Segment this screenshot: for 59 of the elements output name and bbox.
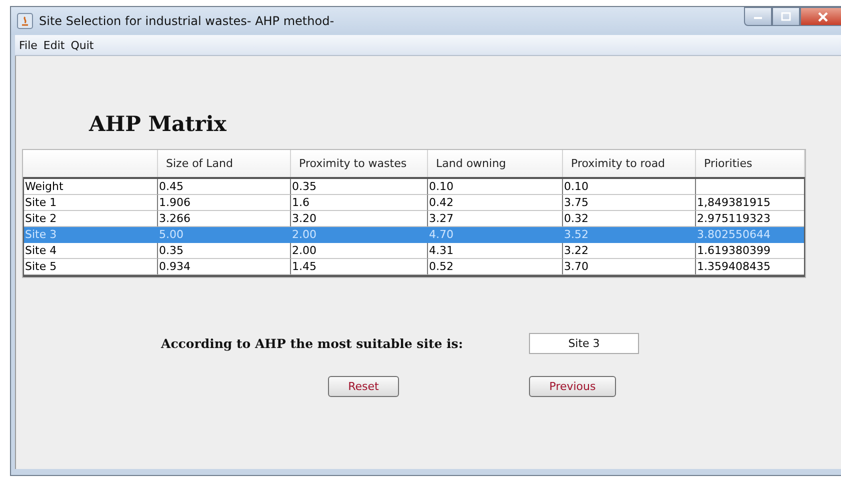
table-row[interactable]: Site 5 0.934 1.45 0.52 3.70 1.359408435 <box>24 259 804 275</box>
column-header[interactable]: Proximity to wastes <box>291 150 428 177</box>
table-cell: 0.35 <box>159 244 184 257</box>
table-row[interactable]: Weight 0.45 0.35 0.10 0.10 <box>24 179 804 195</box>
table-cell: 0.10 <box>429 180 454 193</box>
table-cell: 0.10 <box>564 180 588 193</box>
table-cell: 1.6 <box>292 196 310 209</box>
table-cell: 3.22 <box>564 244 588 257</box>
app-icon <box>17 13 33 29</box>
table-cell: 1.359408435 <box>697 260 770 273</box>
table-cell: Site 5 <box>25 260 57 273</box>
table-cell: 0.52 <box>429 260 454 273</box>
table-cell: Site 4 <box>25 244 57 257</box>
table-row[interactable]: Site 1 1.906 1.6 0.42 3.75 1,849381915 <box>24 195 804 211</box>
table-cell: Site 2 <box>25 212 57 225</box>
minimize-button[interactable] <box>744 7 772 26</box>
column-header[interactable]: Size of Land <box>158 150 291 177</box>
table-cell: Site 1 <box>25 196 57 209</box>
table-cell: 0.934 <box>159 260 190 273</box>
table-cell: 1.906 <box>159 196 190 209</box>
menu-item[interactable]: Quit <box>70 38 94 52</box>
table-cell: 2.00 <box>292 244 316 257</box>
menu-item[interactable]: File <box>19 38 38 52</box>
table-cell: 1.45 <box>292 260 316 273</box>
window-title: Site Selection for industrial wastes- AHP method- <box>39 14 334 28</box>
close-button[interactable] <box>800 7 841 26</box>
table-cell: 0.32 <box>564 212 588 225</box>
table-cell: 0.42 <box>429 196 454 209</box>
table-row[interactable]: Site 4 0.35 2.00 4.31 3.22 1.619380399 <box>24 243 804 259</box>
column-header[interactable]: Proximity to road <box>563 150 696 177</box>
table-cell: 3.20 <box>292 212 316 225</box>
table-cell: Site 3 <box>25 228 57 241</box>
menu-item[interactable]: Edit <box>43 38 65 52</box>
table-cell: 4.70 <box>429 228 454 241</box>
table-cell: Weight <box>25 180 64 193</box>
reset-button[interactable]: Reset <box>328 376 399 397</box>
table-cell: 3.802550644 <box>697 228 770 241</box>
heading: AHP Matrix <box>89 111 228 138</box>
table-cell: 3.27 <box>429 212 454 225</box>
maximize-button[interactable] <box>772 7 800 26</box>
column-header[interactable]: Land owning <box>428 150 563 177</box>
table-cell: 1.619380399 <box>697 244 770 257</box>
table-cell: 5.00 <box>159 228 184 241</box>
table-cell: 1,849381915 <box>697 196 770 209</box>
maximize-icon <box>781 12 791 21</box>
table-cell: 0.35 <box>292 180 316 193</box>
column-header[interactable]: Priorities <box>696 150 805 177</box>
result-label: According to AHP the most suitable site is: <box>161 336 464 351</box>
table-cell: 3.266 <box>159 212 190 225</box>
table-cell: 3.70 <box>564 260 588 273</box>
table-cell: 3.52 <box>564 228 588 241</box>
previous-button[interactable]: Previous <box>529 376 616 397</box>
close-icon <box>817 12 829 22</box>
result-field[interactable]: Site 3 <box>529 333 639 354</box>
table-cell: 2.975119323 <box>697 212 770 225</box>
table-cell: 2.00 <box>292 228 316 241</box>
table-cell: 0.45 <box>159 180 184 193</box>
table-cell: 3.75 <box>564 196 588 209</box>
table-cell: 4.31 <box>429 244 454 257</box>
